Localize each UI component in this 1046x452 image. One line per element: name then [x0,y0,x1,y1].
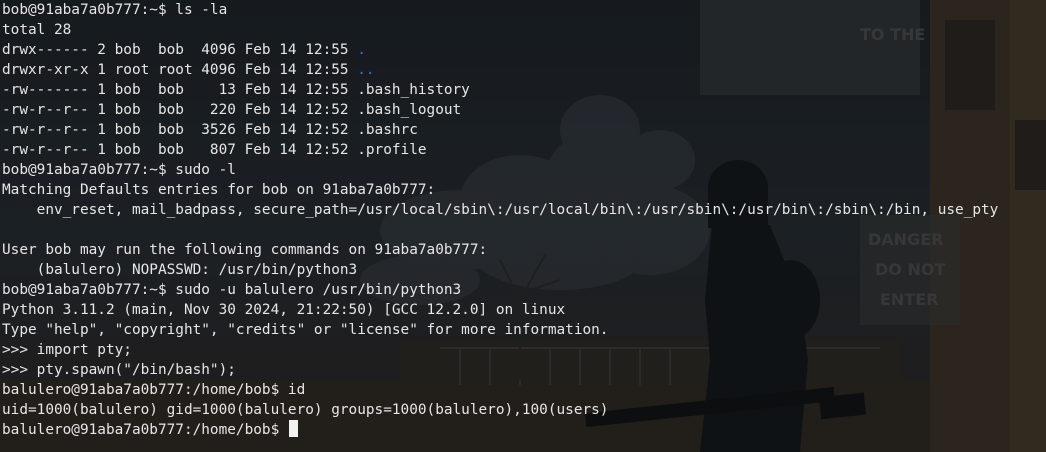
text-cursor [288,420,298,437]
terminal-line: bob@91aba7a0b777:~$ sudo -u balulero /us… [2,282,462,298]
terminal-line: -rw------- 1 bob bob 13 Feb 14 12:55 .ba… [2,82,470,98]
terminal-line: balulero@91aba7a0b777:/home/bob$ id [2,382,306,398]
terminal-line: Matching Defaults entries for bob on 91a… [2,182,436,198]
terminal-line: env_reset, mail_badpass, secure_path=/us… [2,202,999,218]
terminal-line: bob@91aba7a0b777:~$ sudo -l [2,162,236,178]
terminal-prompt-line[interactable]: balulero@91aba7a0b777:/home/bob$ [2,420,1046,440]
terminal-line: drwxr-xr-x 1 root root 4096 Feb 14 12:55… [2,62,375,78]
terminal-line: total 28 [2,22,72,38]
terminal-line: (balulero) NOPASSWD: /usr/bin/python3 [2,262,358,278]
terminal-line: >>> import pty; [2,342,132,358]
terminal-line: User bob may run the following commands … [2,242,488,258]
terminal-line: Python 3.11.2 (main, Nov 30 2024, 21:22:… [2,302,566,318]
terminal-line: Type "help", "copyright", "credits" or "… [2,322,609,338]
terminal-window[interactable]: DANGER DO NOT ENTER TO THE bob@91aba7a0b… [0,0,1046,452]
terminal-line: -rw-r--r-- 1 bob bob 3526 Feb 14 12:52 .… [2,122,418,138]
dir-name-parent: .. [357,62,375,78]
terminal-output: bob@91aba7a0b777:~$ ls -la total 28 drwx… [2,0,1046,440]
terminal-line: uid=1000(balulero) gid=1000(balulero) gr… [2,402,609,418]
terminal-line: drwx------ 2 bob bob 4096 Feb 14 12:55 . [2,42,366,58]
terminal-line: bob@91aba7a0b777:~$ ls -la [2,2,228,18]
dir-name-current: . [357,42,366,58]
terminal-line: >>> pty.spawn("/bin/bash"); [2,362,236,378]
terminal-line: -rw-r--r-- 1 bob bob 220 Feb 14 12:52 .b… [2,102,462,118]
terminal-line: -rw-r--r-- 1 bob bob 807 Feb 14 12:52 .p… [2,142,427,158]
